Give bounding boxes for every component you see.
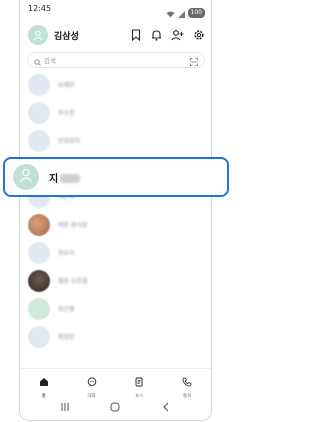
avatar bbox=[28, 102, 50, 124]
list-item[interactable]: 은정화학 bbox=[20, 126, 211, 156]
list-item[interactable]: 최정민 bbox=[20, 322, 211, 352]
contact-name: 최은별 bbox=[58, 306, 75, 313]
contact-name: 주소현 bbox=[58, 110, 75, 117]
my-avatar[interactable] bbox=[28, 25, 48, 45]
phone-screen: 12:45 100 김삼성 검색 유쾌한 주소현 은정화학 지은숙 해운 용사장… bbox=[19, 0, 212, 421]
status-time: 12:45 bbox=[28, 4, 52, 13]
search-icon bbox=[34, 51, 41, 70]
home-button[interactable] bbox=[105, 400, 125, 414]
person-icon bbox=[32, 26, 44, 45]
status-icons: 100 bbox=[166, 3, 205, 22]
contact-name: 최정민 bbox=[58, 334, 75, 341]
search-bar[interactable]: 검색 bbox=[27, 52, 205, 68]
avatar bbox=[28, 130, 50, 152]
scan-icon[interactable] bbox=[190, 51, 198, 70]
my-name: 김삼성 bbox=[54, 32, 79, 42]
contact-name: 은정화학 bbox=[58, 138, 81, 145]
list-item[interactable]: 해운 용사장 bbox=[20, 210, 211, 240]
header: 김삼성 bbox=[20, 24, 211, 48]
back-button[interactable] bbox=[156, 400, 176, 414]
avatar bbox=[28, 298, 50, 320]
add-friend-icon[interactable] bbox=[171, 28, 184, 41]
list-item[interactable]: 헬로 유한결 bbox=[20, 266, 211, 296]
contact-name: 해운 용사장 bbox=[58, 222, 88, 229]
home-icon bbox=[39, 372, 49, 391]
blurred-name bbox=[60, 174, 81, 183]
list-item[interactable]: 유쾌한 bbox=[20, 70, 211, 100]
news-icon bbox=[134, 372, 144, 391]
system-nav-bar bbox=[20, 394, 211, 420]
person-icon bbox=[18, 167, 34, 187]
highlighted-contact-name: 지 bbox=[49, 170, 81, 185]
battery-indicator: 100 bbox=[187, 7, 205, 18]
contact-name: 유쾌한 bbox=[58, 82, 75, 89]
avatar bbox=[28, 214, 50, 236]
bookmark-icon[interactable] bbox=[129, 28, 142, 41]
avatar bbox=[28, 326, 50, 348]
avatar bbox=[13, 164, 39, 190]
list-item[interactable]: 주소현 bbox=[20, 98, 211, 128]
page: 12:45 100 김삼성 검색 유쾌한 주소현 은정화학 지은숙 해운 용사장… bbox=[0, 0, 230, 422]
signal-icon bbox=[177, 3, 185, 22]
recents-button[interactable] bbox=[55, 400, 75, 414]
contact-name-visible: 지 bbox=[49, 174, 59, 185]
bottom-tab-bar: 홈 대화 뉴스 통화 bbox=[20, 368, 211, 399]
friend-list: 유쾌한 주소현 은정화학 지혜 지은숙 해운 용사장 bbox=[20, 70, 211, 365]
phone-icon bbox=[182, 372, 192, 391]
search-placeholder: 검색 bbox=[44, 57, 56, 65]
header-actions bbox=[129, 28, 205, 41]
contact-name: 헬로 유한결 bbox=[58, 278, 88, 285]
avatar bbox=[28, 270, 50, 292]
list-item[interactable]: 최은별 bbox=[20, 294, 211, 324]
gear-icon[interactable] bbox=[192, 28, 205, 41]
avatar bbox=[28, 242, 50, 264]
highlighted-contact-row[interactable]: 지 bbox=[3, 157, 229, 197]
bell-icon[interactable] bbox=[150, 28, 163, 41]
list-item[interactable]: 정유지 bbox=[20, 238, 211, 268]
avatar bbox=[28, 74, 50, 96]
wifi-icon bbox=[166, 3, 175, 22]
chat-icon bbox=[87, 372, 97, 391]
contact-name: 정유지 bbox=[58, 250, 75, 257]
status-bar: 12:45 100 bbox=[20, 0, 211, 20]
